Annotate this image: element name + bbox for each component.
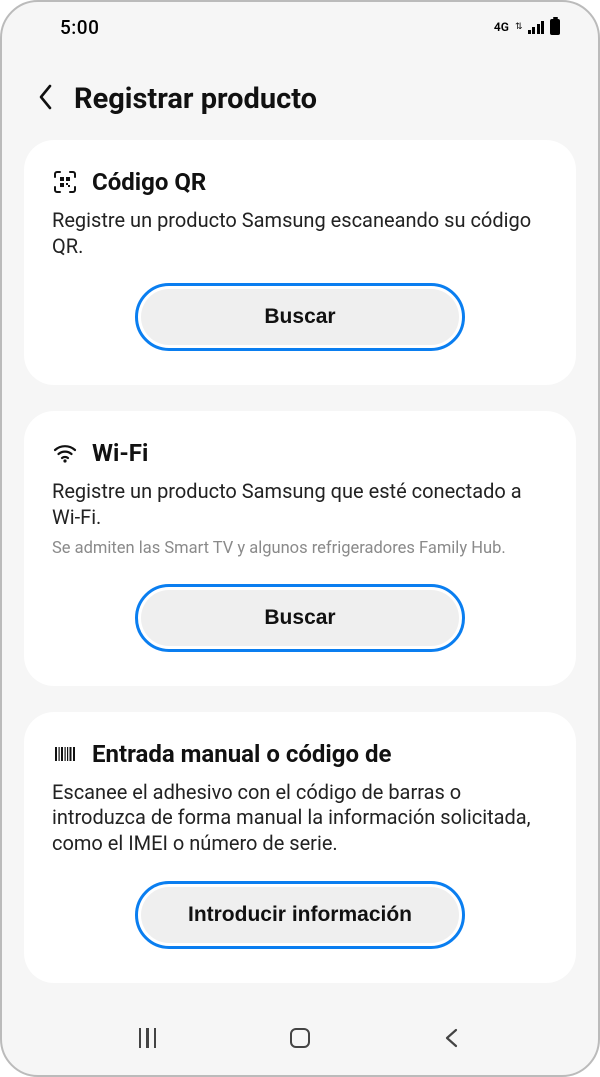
card-wifi-desc: Registre un producto Samsung que esté co… (52, 479, 548, 530)
page-title: Registrar producto (74, 82, 317, 116)
nav-back-button[interactable] (443, 1028, 461, 1048)
nav-home-button[interactable] (290, 1028, 310, 1048)
barcode-icon (52, 741, 78, 767)
highlight-ring: Introducir información (135, 881, 465, 949)
signal-icon (528, 20, 545, 34)
network-type-label: 4G (494, 20, 509, 34)
status-indicators: 4G ⇅ (494, 19, 560, 35)
wifi-search-button[interactable]: Buscar (141, 590, 459, 646)
card-wifi-title: Wi-Fi (92, 439, 148, 467)
qr-icon (52, 169, 78, 195)
manual-enter-button[interactable]: Introducir información (141, 887, 459, 943)
back-button[interactable] (36, 83, 56, 115)
highlight-ring: Buscar (135, 283, 465, 351)
card-wifi: Wi-Fi Registre un producto Samsung que e… (24, 411, 576, 686)
card-manual-desc: Escanee el adhesivo con el código de bar… (52, 780, 548, 857)
card-qr: Código QR Registre un producto Samsung e… (24, 140, 576, 385)
card-manual: Entrada manual o código de Escanee el ad… (24, 712, 576, 983)
status-time: 5:00 (60, 16, 99, 39)
wifi-icon (52, 440, 78, 466)
battery-icon (550, 19, 560, 35)
qr-search-button[interactable]: Buscar (141, 289, 459, 345)
system-nav-bar (2, 1015, 598, 1061)
card-qr-desc: Registre un producto Samsung escaneando … (52, 208, 548, 259)
card-wifi-sub: Se admiten las Smart TV y algunos refrig… (52, 538, 548, 559)
highlight-ring: Buscar (135, 584, 465, 652)
nav-recents-button[interactable] (139, 1028, 157, 1048)
status-bar: 5:00 4G ⇅ (2, 2, 598, 52)
card-qr-title: Código QR (92, 168, 206, 196)
card-manual-title: Entrada manual o código de (92, 740, 391, 768)
